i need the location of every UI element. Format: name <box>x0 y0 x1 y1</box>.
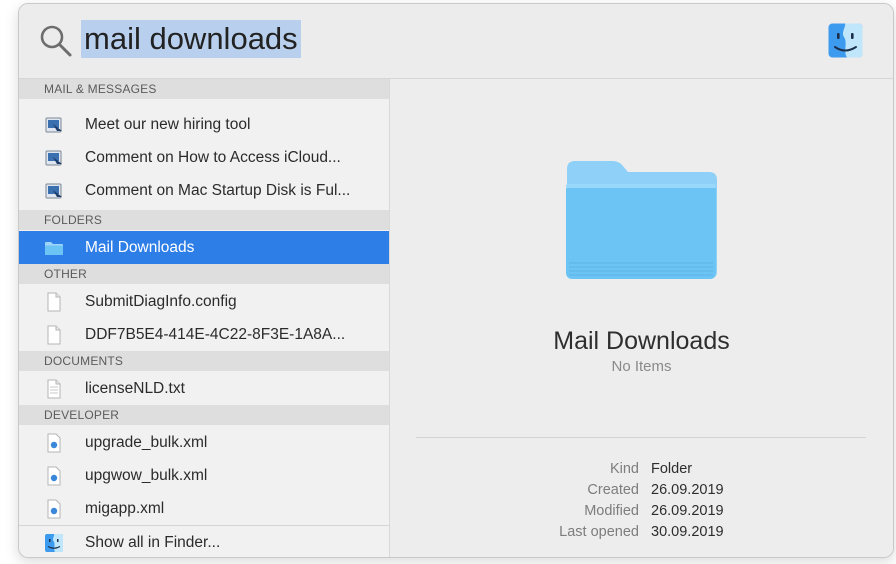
metadata-key: Created <box>587 482 639 498</box>
section-header-developer: DEVELOPER <box>19 405 389 425</box>
show-all-in-finder-button[interactable]: Show all in Finder... <box>19 526 389 557</box>
list-item-label: Comment on Mac Startup Disk is Ful... <box>85 182 351 199</box>
list-item-document[interactable]: licenseNLD.txt <box>19 372 389 405</box>
metadata-value: 26.09.2019 <box>651 482 724 498</box>
document-icon <box>47 292 61 312</box>
list-item-label: Comment on How to Access iCloud... <box>85 149 341 166</box>
list-item-other[interactable]: SubmitDiagInfo.config <box>19 285 389 318</box>
preview-divider <box>416 437 866 438</box>
metadata-row: Last opened 30.09.2019 <box>390 524 893 545</box>
list-item-label: upgrade_bulk.xml <box>85 434 208 451</box>
search-icon <box>40 25 72 57</box>
section-header-mail: MAIL & MESSAGES <box>19 79 389 99</box>
mail-message-icon <box>45 183 62 199</box>
list-item-label: licenseNLD.txt <box>85 380 185 397</box>
metadata-key: Kind <box>609 461 639 477</box>
mail-message-icon <box>45 117 62 133</box>
search-input[interactable]: mail downloads <box>81 20 301 58</box>
results-list[interactable]: MAIL & MESSAGES Meet our new hiring tool… <box>19 79 390 557</box>
list-item-mail[interactable]: Meet our new hiring tool <box>19 108 389 141</box>
xml-file-icon <box>47 499 61 519</box>
list-item-label: Meet our new hiring tool <box>85 116 251 133</box>
metadata-row: Kind Folder <box>390 461 893 482</box>
mail-message-icon <box>45 150 62 166</box>
finder-icon <box>45 534 63 552</box>
document-icon <box>47 325 61 345</box>
list-item-label: Mail Downloads <box>85 239 195 256</box>
list-item-label: DDF7B5E4-414E-4C22-8F3E-1A8A... <box>85 326 346 343</box>
preview-title: Mail Downloads <box>553 327 730 355</box>
list-item-developer[interactable]: upgwow_bulk.xml <box>19 459 389 492</box>
show-all-label: Show all in Finder... <box>85 534 221 551</box>
list-item-folder-selected[interactable]: Mail Downloads <box>19 231 389 264</box>
folder-icon <box>566 161 717 279</box>
folder-icon <box>45 242 63 255</box>
metadata-row: Modified 26.09.2019 <box>390 503 893 524</box>
section-header-folders: FOLDERS <box>19 210 389 230</box>
list-item-developer[interactable]: upgrade_bulk.xml <box>19 426 389 459</box>
list-item-other[interactable]: DDF7B5E4-414E-4C22-8F3E-1A8A... <box>19 318 389 351</box>
list-item-mail[interactable]: Comment on Mac Startup Disk is Ful... <box>19 174 389 207</box>
xml-file-icon <box>47 433 61 453</box>
list-item-mail[interactable]: Comment on How to Access iCloud... <box>19 141 389 174</box>
list-item-developer[interactable]: migapp.xml <box>19 492 389 525</box>
metadata-row: Created 26.09.2019 <box>390 482 893 503</box>
section-header-other: OTHER <box>19 264 389 284</box>
list-item-label: SubmitDiagInfo.config <box>85 293 237 310</box>
preview-subtitle: No Items <box>611 358 672 375</box>
search-bar[interactable]: mail downloads <box>19 4 893 79</box>
section-header-documents: DOCUMENTS <box>19 351 389 371</box>
spotlight-window: mail downloads MAIL & MESSAGES Meet our … <box>18 3 894 558</box>
metadata-key: Last opened <box>559 524 639 540</box>
metadata-value: Folder <box>651 461 693 477</box>
metadata-key: Modified <box>584 503 639 519</box>
finder-icon[interactable] <box>828 23 863 58</box>
list-item-label: upgwow_bulk.xml <box>85 467 208 484</box>
metadata-value: 30.09.2019 <box>651 524 724 540</box>
metadata-value: 26.09.2019 <box>651 503 724 519</box>
list-item-label: migapp.xml <box>85 500 165 517</box>
xml-file-icon <box>47 466 61 486</box>
text-file-icon <box>47 379 61 399</box>
preview-pane: Mail Downloads No Items Kind Folder Crea… <box>390 79 893 557</box>
